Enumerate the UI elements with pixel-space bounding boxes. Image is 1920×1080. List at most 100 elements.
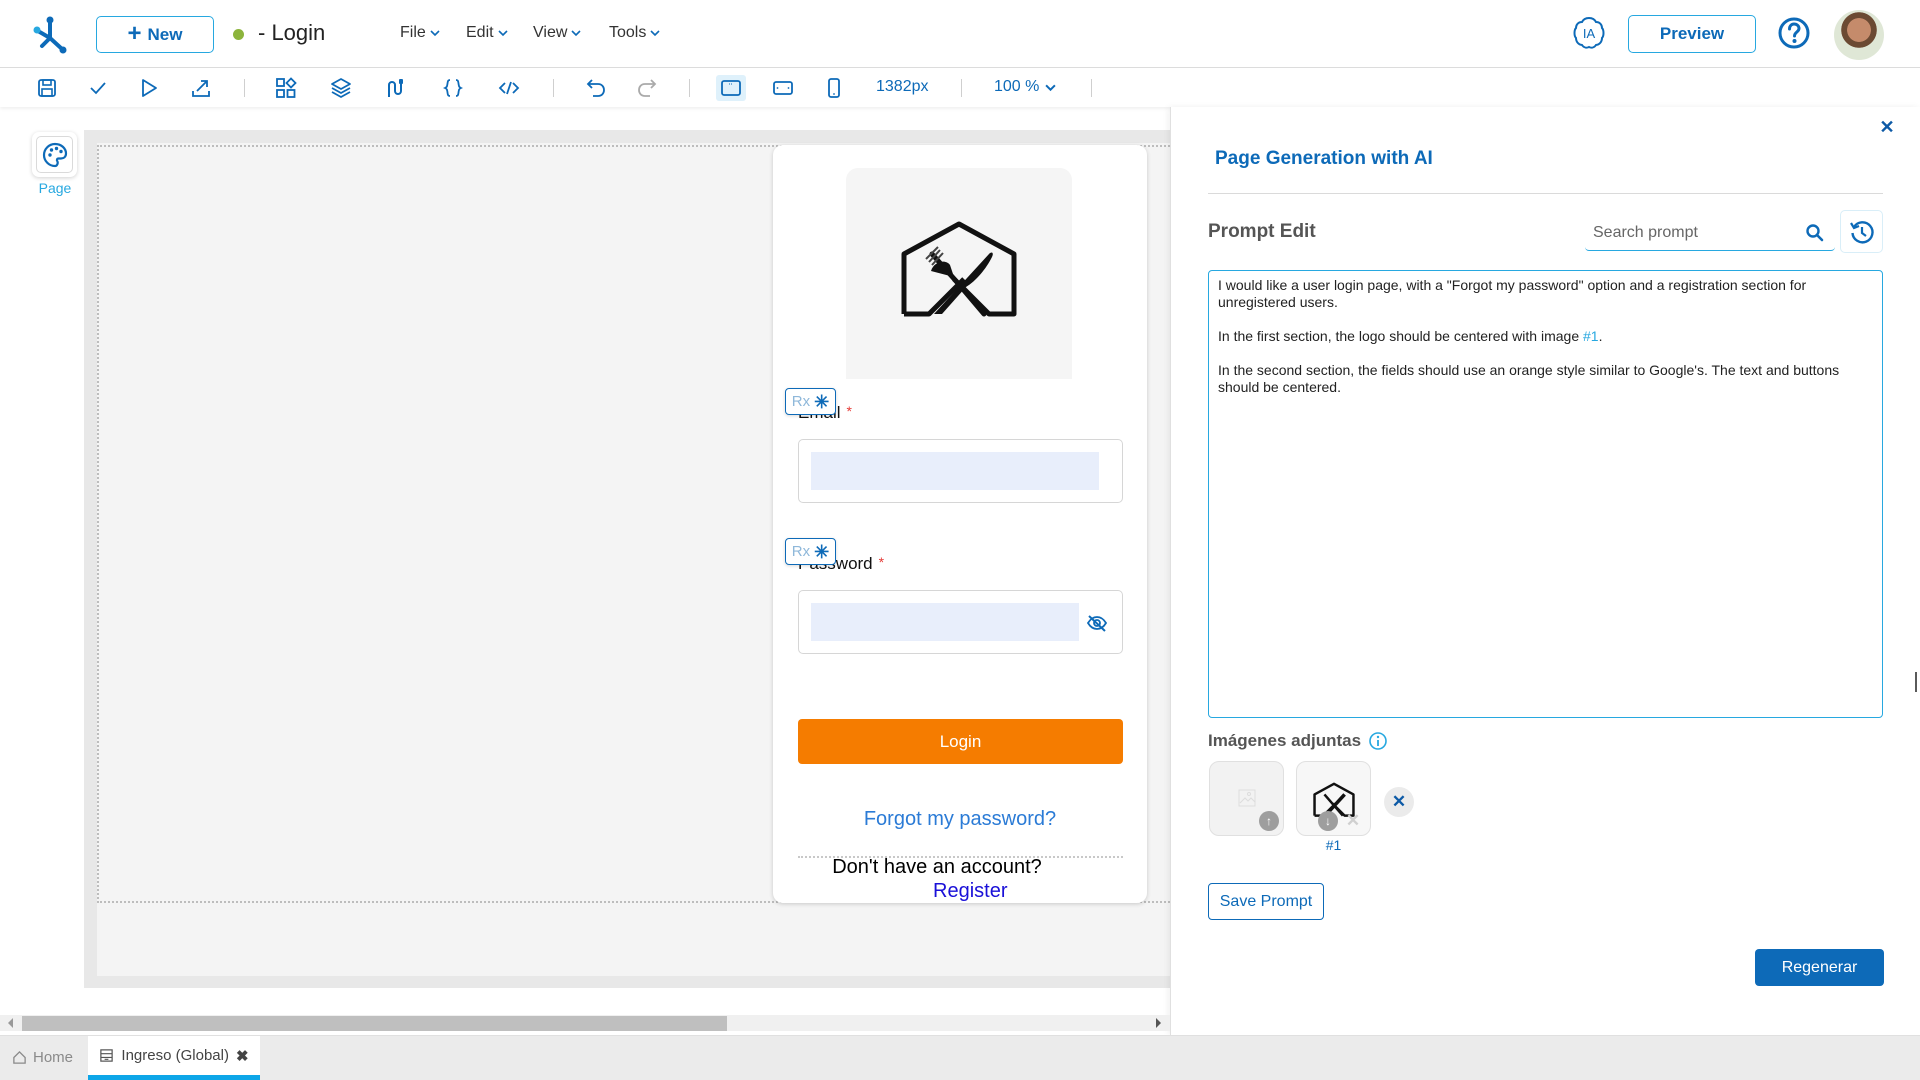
attachments-label: Imágenes adjuntas — [1208, 731, 1362, 750]
regenerate-button[interactable]: Regenerar — [1755, 949, 1884, 986]
no-account-text: Don't have an account? — [832, 856, 1042, 878]
scroll-left-arrow-icon[interactable] — [6, 1017, 16, 1029]
required-mark: * — [846, 403, 852, 419]
new-button[interactable]: + New — [96, 16, 214, 53]
play-icon[interactable] — [136, 75, 162, 101]
prompt-text: In the first section, the logo should be… — [1218, 328, 1583, 344]
prompt-textarea[interactable]: I would like a user login page, with a "… — [1208, 270, 1883, 718]
help-icon[interactable] — [1776, 15, 1812, 51]
download-icon[interactable]: ↓ — [1318, 811, 1338, 831]
check-icon[interactable] — [85, 75, 111, 101]
menu-file[interactable]: File — [400, 24, 440, 42]
password-field[interactable] — [811, 603, 1079, 641]
close-tab-icon[interactable]: ✖ — [236, 1047, 249, 1065]
ai-assistant-button[interactable]: IA — [1571, 15, 1607, 51]
required-mark: * — [878, 554, 885, 570]
menu-tools[interactable]: Tools — [609, 24, 660, 42]
restaurant-logo-icon — [901, 221, 1017, 316]
page-properties-button[interactable] — [32, 132, 77, 177]
chevron-down-icon — [1045, 84, 1056, 91]
password-field-container — [798, 590, 1123, 654]
attachments-heading: Imágenes adjuntas — [1208, 731, 1388, 751]
clear-attachments-button[interactable]: ✕ — [1384, 787, 1414, 817]
upload-image-slot[interactable]: ↑ — [1209, 761, 1284, 836]
attachment-label: #1 — [1325, 837, 1342, 853]
attached-image-1[interactable]: ↓ ✕ — [1296, 761, 1371, 836]
upload-icon[interactable]: ↑ — [1259, 811, 1279, 831]
chevron-down-icon — [650, 30, 660, 37]
layers-icon[interactable] — [328, 75, 354, 101]
palette-icon — [42, 142, 67, 167]
user-avatar[interactable] — [1834, 10, 1884, 60]
chevron-down-icon — [430, 30, 440, 37]
search-prompt-input[interactable] — [1593, 220, 1793, 246]
plus-icon: + — [127, 19, 142, 47]
app-logo-icon[interactable] — [30, 14, 70, 54]
scrollbar-thumb[interactable] — [22, 1016, 727, 1031]
image-reference[interactable]: #1 — [1583, 328, 1599, 344]
close-panel-icon[interactable]: ✕ — [1877, 117, 1897, 137]
rx-binding-badge[interactable]: Rx ✳ — [785, 388, 836, 415]
prompt-paragraph: In the second section, the fields should… — [1218, 362, 1840, 395]
toolbar-separator — [961, 79, 962, 97]
logo-image[interactable] — [846, 168, 1072, 379]
history-icon — [1849, 220, 1874, 243]
export-icon[interactable] — [188, 75, 214, 101]
menu-edit[interactable]: Edit — [466, 24, 508, 42]
prompt-paragraph: In the first section, the logo should be… — [1218, 328, 1873, 345]
info-icon[interactable] — [1368, 731, 1388, 751]
page-tool-label: Page — [38, 180, 72, 196]
braces-icon[interactable] — [440, 75, 466, 101]
preview-button[interactable]: Preview — [1628, 15, 1756, 53]
home-icon — [13, 1050, 26, 1064]
register-link[interactable]: Register — [933, 880, 1007, 903]
save-prompt-button[interactable]: Save Prompt — [1208, 883, 1324, 920]
redo-icon[interactable] — [634, 75, 660, 101]
prompt-edit-heading: Prompt Edit — [1208, 221, 1316, 242]
components-icon[interactable] — [273, 75, 299, 101]
toolbar-separator — [689, 79, 690, 97]
search-icon[interactable] — [1805, 223, 1825, 243]
rx-binding-badge[interactable]: Rx ✳ — [785, 538, 836, 565]
email-field[interactable] — [811, 452, 1099, 490]
tab-ingreso-global[interactable]: Ingreso (Global) ✖ — [88, 1036, 260, 1080]
status-indicator — [233, 29, 244, 40]
menu-tools-label: Tools — [609, 24, 647, 41]
asterisk-icon: ✳ — [814, 541, 830, 562]
menu-view-label: View — [533, 24, 568, 41]
zoom-select[interactable]: 100 % — [994, 78, 1056, 96]
tablet-view-icon[interactable] — [770, 75, 796, 101]
page-title: - Login — [258, 20, 326, 45]
menu-file-label: File — [400, 24, 426, 41]
login-button[interactable]: Login — [798, 719, 1123, 764]
new-button-label: New — [147, 24, 183, 44]
canvas-width-value[interactable]: 1382px — [876, 78, 929, 96]
asterisk-icon: ✳ — [814, 391, 830, 412]
desktop-view-icon[interactable] — [716, 75, 746, 101]
menu-edit-label: Edit — [466, 24, 494, 41]
chevron-down-icon — [571, 30, 581, 37]
bottom-tab-bar — [0, 1035, 1920, 1080]
tab-home-label: Home — [33, 1048, 74, 1066]
tab-home[interactable]: Home — [12, 1044, 73, 1070]
ai-brain-icon: IA — [1573, 16, 1605, 49]
forgot-password-link[interactable]: Forgot my password? — [773, 808, 1147, 831]
resize-cursor-icon — [1915, 672, 1917, 692]
email-field-container — [798, 439, 1123, 503]
scroll-right-arrow-icon[interactable] — [1153, 1017, 1163, 1029]
prompt-history-button[interactable] — [1840, 210, 1883, 253]
mobile-view-icon[interactable] — [821, 75, 847, 101]
eye-off-icon[interactable] — [1086, 614, 1108, 632]
menu-view[interactable]: View — [533, 24, 581, 42]
svg-text:IA: IA — [1583, 26, 1596, 41]
toolbar-separator — [1091, 79, 1092, 97]
image-placeholder-icon — [1238, 789, 1256, 807]
page-icon — [100, 1049, 114, 1062]
integrations-icon[interactable] — [383, 75, 409, 101]
rx-label: Rx — [791, 393, 811, 410]
rx-label: Rx — [791, 543, 811, 560]
remove-image-icon[interactable]: ✕ — [1343, 811, 1363, 831]
save-icon[interactable] — [34, 75, 60, 101]
code-icon[interactable] — [496, 75, 522, 101]
undo-icon[interactable] — [583, 75, 609, 101]
